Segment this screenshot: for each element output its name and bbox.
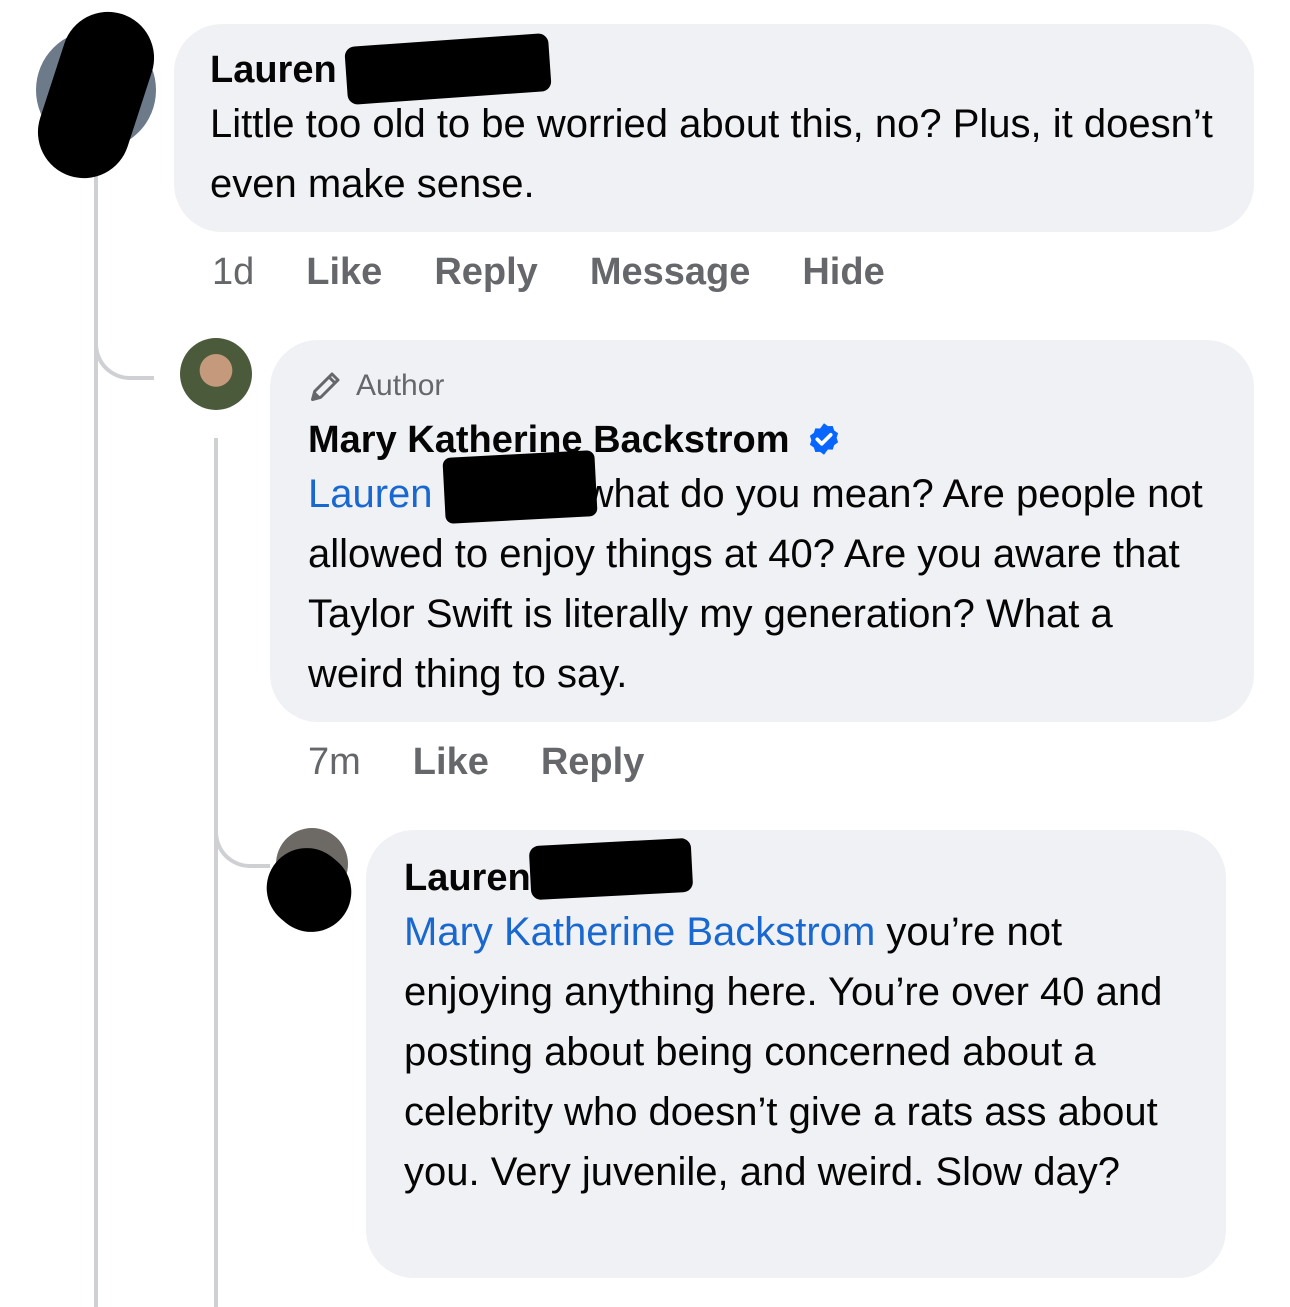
comment-author-name[interactable]: Lauren bbox=[404, 854, 1190, 902]
mention-link[interactable]: Mary Katherine Backstrom bbox=[404, 910, 875, 954]
author-badge: Author bbox=[308, 366, 1218, 406]
comment-timestamp[interactable]: 7m bbox=[308, 741, 361, 784]
comment-bubble: Lauren Mary Katherine Backstrom you’re n… bbox=[366, 830, 1226, 1278]
mention-link[interactable]: Lauren bbox=[308, 472, 433, 516]
message-button[interactable]: Message bbox=[590, 251, 751, 294]
comment-text: Little too old to be worried about this,… bbox=[210, 102, 1213, 206]
hide-button[interactable]: Hide bbox=[802, 251, 884, 294]
comment-bubble: Lauren Little too old to be worried abou… bbox=[174, 24, 1254, 232]
comment-bubble: Author Mary Katherine Backstrom Lauren wh… bbox=[270, 340, 1254, 722]
comment-timestamp[interactable]: 1d bbox=[212, 251, 254, 294]
like-button[interactable]: Like bbox=[413, 741, 489, 784]
pencil-icon bbox=[311, 372, 340, 401]
name-redaction bbox=[528, 837, 694, 901]
comment-text: Mary Katherine Backstrom you’re not enjo… bbox=[404, 902, 1190, 1202]
comment-actions: 7m Like Reply bbox=[308, 740, 696, 784]
thread-curve-2 bbox=[214, 790, 270, 868]
comment-author-name[interactable]: Mary Katherine Backstrom bbox=[308, 416, 1218, 464]
comment-body: what do you mean? Are people not allowed… bbox=[308, 472, 1203, 696]
thread-line-reply bbox=[214, 438, 218, 1307]
name-redaction bbox=[442, 450, 598, 524]
verified-badge-icon bbox=[809, 423, 839, 455]
reply-button[interactable]: Reply bbox=[541, 741, 644, 784]
comment-actions: 1d Like Reply Message Hide bbox=[212, 250, 937, 294]
reply-button[interactable]: Reply bbox=[434, 251, 537, 294]
author-badge-label: Author bbox=[356, 369, 445, 402]
like-button[interactable]: Like bbox=[306, 251, 382, 294]
thread-curve-1 bbox=[94, 300, 154, 380]
avatar[interactable] bbox=[180, 338, 252, 410]
comment-thread: Lauren Little too old to be worried abou… bbox=[0, 0, 1290, 1307]
